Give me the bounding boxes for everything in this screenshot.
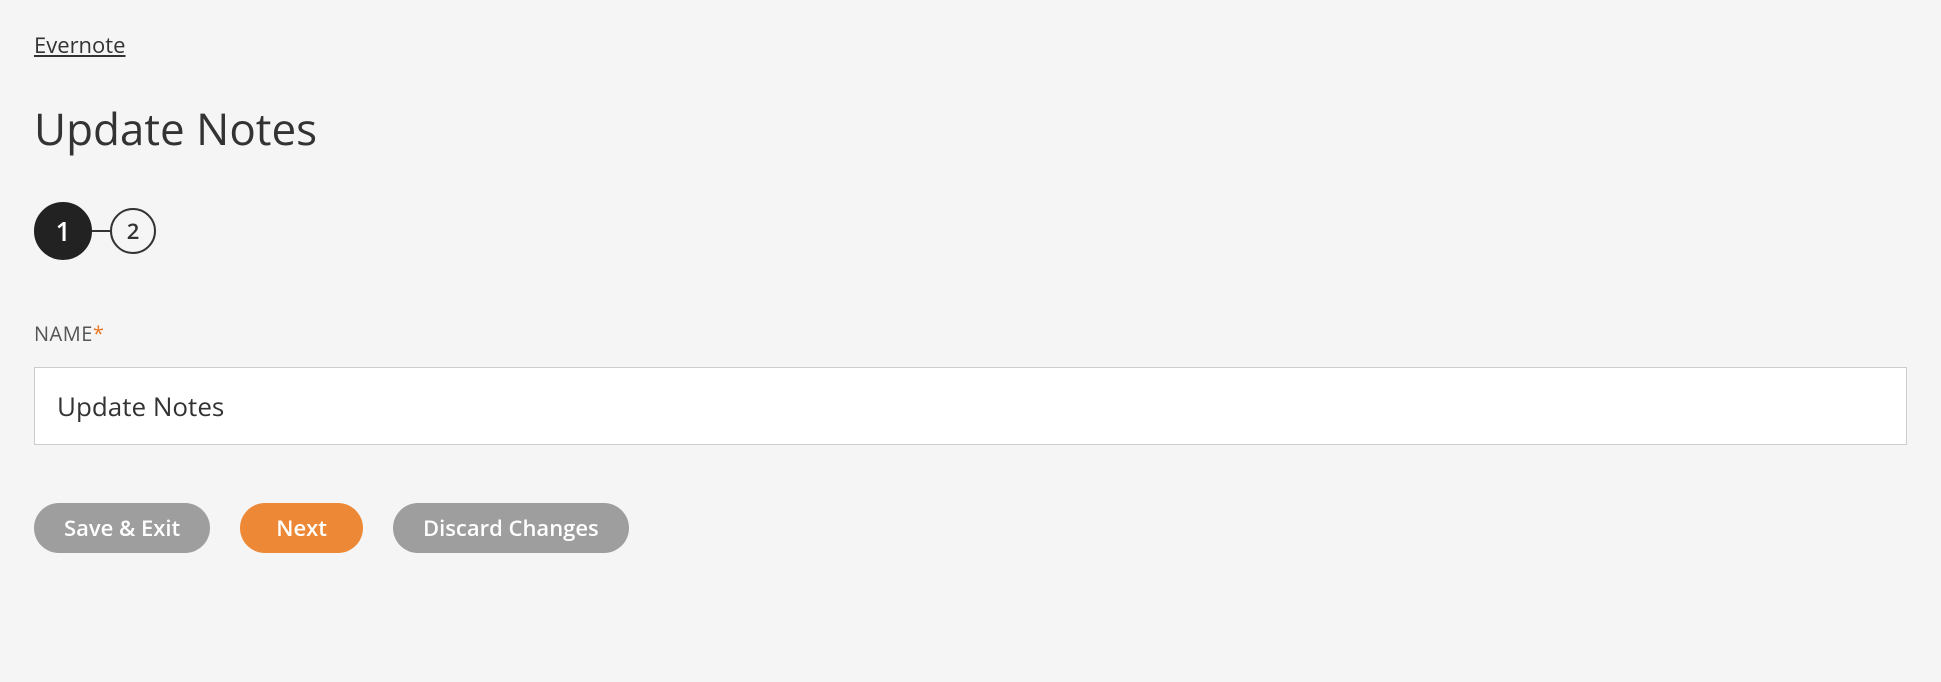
save-exit-button[interactable]: Save & Exit — [34, 503, 210, 553]
breadcrumb: Evernote — [34, 30, 1907, 60]
name-label-text: NAME — [34, 320, 93, 347]
step-1[interactable]: 1 — [34, 202, 92, 260]
button-row: Save & Exit Next Discard Changes — [34, 503, 1907, 553]
step-2[interactable]: 2 — [110, 208, 156, 254]
form-group-name: NAME* — [34, 320, 1907, 445]
stepper: 1 2 — [34, 202, 1907, 260]
name-label: NAME* — [34, 320, 1907, 347]
step-connector — [92, 230, 110, 232]
name-input[interactable] — [34, 367, 1907, 445]
discard-changes-button[interactable]: Discard Changes — [393, 503, 629, 553]
next-button[interactable]: Next — [240, 503, 363, 553]
page-title: Update Notes — [34, 98, 1907, 158]
breadcrumb-parent-link[interactable]: Evernote — [34, 30, 125, 60]
required-asterisk: * — [93, 320, 105, 347]
